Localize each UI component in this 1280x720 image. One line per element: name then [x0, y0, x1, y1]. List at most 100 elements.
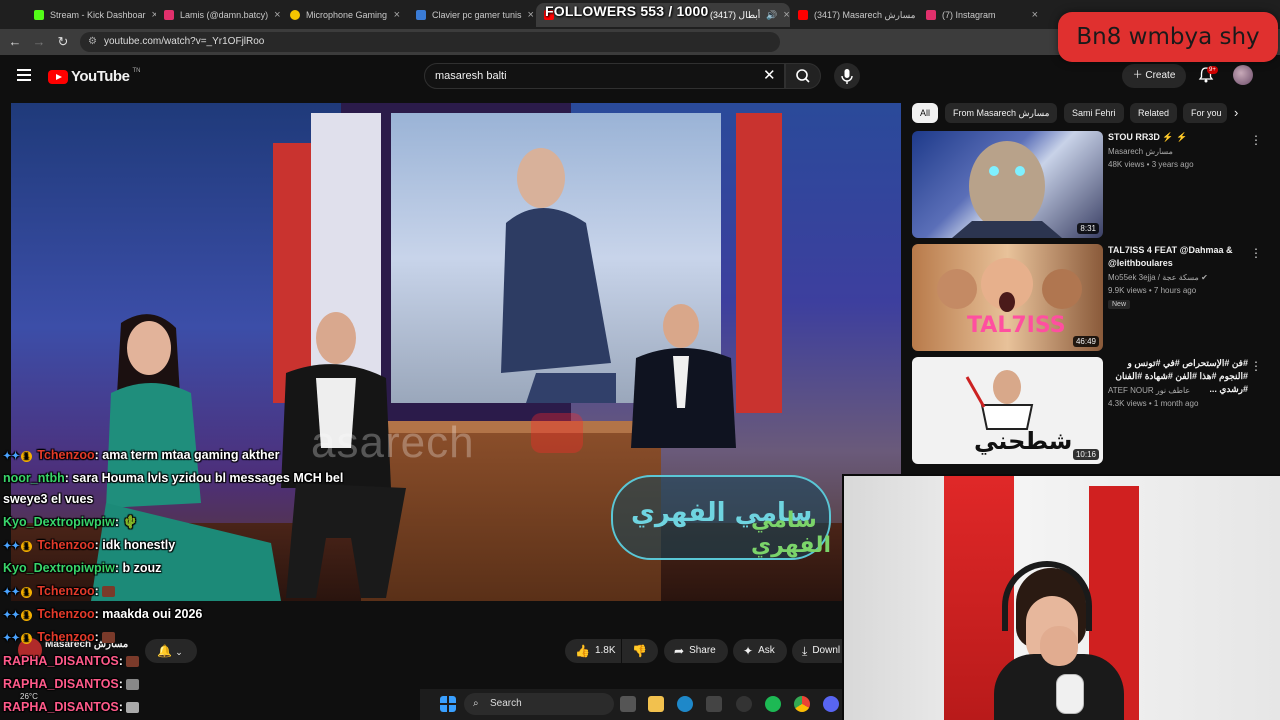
- taskbar-search[interactable]: ⌕ Search: [464, 693, 614, 715]
- chat-text: :: [118, 677, 127, 691]
- chat-emote-icon: [126, 702, 140, 714]
- dislike-button[interactable]: 👎: [622, 639, 658, 663]
- more-options-icon[interactable]: ⋮: [1250, 133, 1262, 147]
- youtube-icon: [798, 10, 808, 20]
- streamer-hand: [1040, 626, 1078, 666]
- search-input[interactable]: masaresh balti: [424, 63, 785, 89]
- recommendation-item[interactable]: TAL7ISS 46:49 TAL7ISS 4 FEAT @Dahmaa & @…: [912, 244, 1272, 352]
- streamer-webcam: [842, 474, 1280, 720]
- sparkle-icon: ✦: [743, 644, 754, 658]
- chip-related[interactable]: Related: [1130, 103, 1178, 123]
- region-code: TN: [132, 68, 141, 74]
- menu-icon[interactable]: [17, 69, 31, 81]
- chat-message: RAPHA_DISANTOS:: [3, 676, 140, 692]
- svg-text:شطحني: شطحني: [974, 427, 1072, 455]
- more-options-icon[interactable]: ⋮: [1250, 359, 1262, 373]
- forward-icon[interactable]: →: [32, 35, 46, 49]
- windows-start-icon[interactable]: [440, 696, 456, 712]
- chat-text: :: [94, 584, 103, 598]
- close-icon[interactable]: ×: [528, 9, 534, 21]
- like-count: 1.8K: [594, 645, 616, 656]
- chat-emote-icon: [126, 656, 140, 668]
- chip-for-you[interactable]: For you: [1183, 103, 1227, 123]
- chat-emote-icon: [102, 586, 116, 598]
- file-explorer-icon[interactable]: [648, 696, 664, 712]
- clear-icon[interactable]: ✕: [763, 68, 776, 83]
- notification-badge: 9+: [1207, 66, 1218, 74]
- app-icon[interactable]: [736, 696, 752, 712]
- channel-name[interactable]: Masarech مسارش: [1108, 147, 1173, 156]
- follower-goal-counter: FOLLOWERS 553 / 1000: [545, 3, 709, 19]
- tab-clavier[interactable]: Clavier pc gamer tunis ×: [408, 3, 536, 27]
- voice-search-button[interactable]: [834, 63, 860, 89]
- task-view-icon[interactable]: [620, 696, 636, 712]
- thumbs-down-icon: 👎: [632, 644, 647, 658]
- chip-sami-fehri[interactable]: Sami Fehri: [1064, 103, 1124, 123]
- video-duration: 46:49: [1072, 336, 1099, 347]
- close-icon[interactable]: ×: [783, 9, 789, 21]
- youtube-logo[interactable]: YouTube TN: [48, 68, 140, 85]
- chat-text: : sara Houma lvls yzidou bl messages MCH…: [64, 471, 344, 485]
- new-badge: New: [1108, 300, 1131, 309]
- spotify-icon[interactable]: [765, 696, 781, 712]
- video-meta: 4.3K views • 1 month ago: [1108, 399, 1199, 408]
- site-info-icon[interactable]: ⚙: [88, 32, 97, 52]
- tab-youtube-masarech[interactable]: (3417) Masarech مسارش ×: [790, 3, 918, 27]
- tab-kick-dashboard[interactable]: Stream - Kick Dashboar ×: [26, 3, 156, 27]
- like-button[interactable]: 👍 1.8K: [565, 639, 621, 663]
- recommendation-item[interactable]: شطحني 10:16 #فن #الإستحراص #في #تونس و #…: [912, 357, 1272, 465]
- search-icon: ⌕: [473, 698, 479, 709]
- chip-all[interactable]: All: [912, 103, 939, 123]
- channel-name[interactable]: Mo55ek 3ejja / مسكة عجة ✔: [1108, 273, 1208, 282]
- video-thumbnail[interactable]: TAL7ISS 46:49: [912, 244, 1103, 351]
- speaker-icon[interactable]: 🔊: [766, 10, 777, 21]
- chat-username: Tchenzoo: [37, 448, 95, 462]
- share-label: Share: [689, 645, 716, 656]
- share-button[interactable]: ➦ Share: [664, 639, 728, 663]
- channel-name[interactable]: ATEF NOUR عاطف نور: [1108, 386, 1190, 395]
- store-icon[interactable]: [706, 696, 722, 712]
- video-thumbnail[interactable]: شطحني 10:16: [912, 357, 1103, 464]
- chat-badges-icon: ✦✦ 1: [3, 585, 32, 601]
- recommendation-item[interactable]: 8:31 STOU RR3D ⚡ ⚡ Masarech مسارش 48K vi…: [912, 131, 1272, 239]
- search-icon: [796, 69, 810, 83]
- edge-icon[interactable]: [677, 696, 693, 712]
- tab-instagram[interactable]: (7) Instagram ×: [918, 3, 1046, 27]
- chevron-right-icon[interactable]: ›: [1234, 105, 1238, 120]
- chat-message: sweye3 el vues: [3, 491, 93, 507]
- share-icon: ➦: [674, 644, 685, 658]
- close-icon[interactable]: ×: [274, 9, 280, 21]
- close-icon[interactable]: ×: [394, 9, 400, 21]
- tab-instagram-profile[interactable]: Lamis (@damn.batcy) ×: [156, 3, 282, 27]
- video-title[interactable]: TAL7ISS 4 FEAT @Dahmaa & @leithboulares: [1108, 244, 1248, 270]
- chrome-icon[interactable]: [794, 696, 810, 712]
- plus-icon: ＋: [1132, 70, 1146, 81]
- create-label: Create: [1145, 70, 1176, 81]
- create-button[interactable]: ＋ Create: [1122, 64, 1186, 88]
- shop-icon: [290, 10, 300, 20]
- video-title[interactable]: STOU RR3D ⚡ ⚡: [1108, 131, 1248, 144]
- back-icon[interactable]: ←: [8, 35, 22, 49]
- discord-icon[interactable]: [823, 696, 839, 712]
- chat-text: : b zouz: [114, 561, 162, 575]
- video-thumbnail[interactable]: 8:31: [912, 131, 1103, 238]
- logo-text: YouTube: [71, 68, 130, 85]
- chat-text: : maakda oui 2026: [94, 607, 203, 621]
- account-avatar[interactable]: [1233, 65, 1253, 85]
- close-icon[interactable]: ×: [1032, 9, 1038, 21]
- reload-icon[interactable]: ↻: [56, 35, 70, 49]
- chat-badges-icon: ✦✦ 1: [3, 631, 32, 647]
- chat-username: RAPHA_DISANTOS: [3, 700, 119, 714]
- chat-emote-icon: [102, 632, 116, 644]
- weather-widget[interactable]: 26°C: [20, 692, 38, 701]
- tab-microphone[interactable]: Microphone Gaming ×: [282, 3, 408, 27]
- download-button[interactable]: ⤓ Downl: [792, 639, 842, 663]
- microphone-icon: [841, 69, 853, 84]
- ask-button[interactable]: ✦ Ask: [733, 639, 787, 663]
- chip-from-channel[interactable]: From Masarech مسارش: [945, 103, 1058, 123]
- search-button[interactable]: [785, 63, 821, 89]
- more-options-icon[interactable]: ⋮: [1250, 246, 1262, 260]
- url-input[interactable]: ⚙ youtube.com/watch?v=_Yr1OFjlRoo: [80, 32, 780, 52]
- chat-text: :: [94, 630, 103, 644]
- youtube-play-icon: [48, 69, 68, 84]
